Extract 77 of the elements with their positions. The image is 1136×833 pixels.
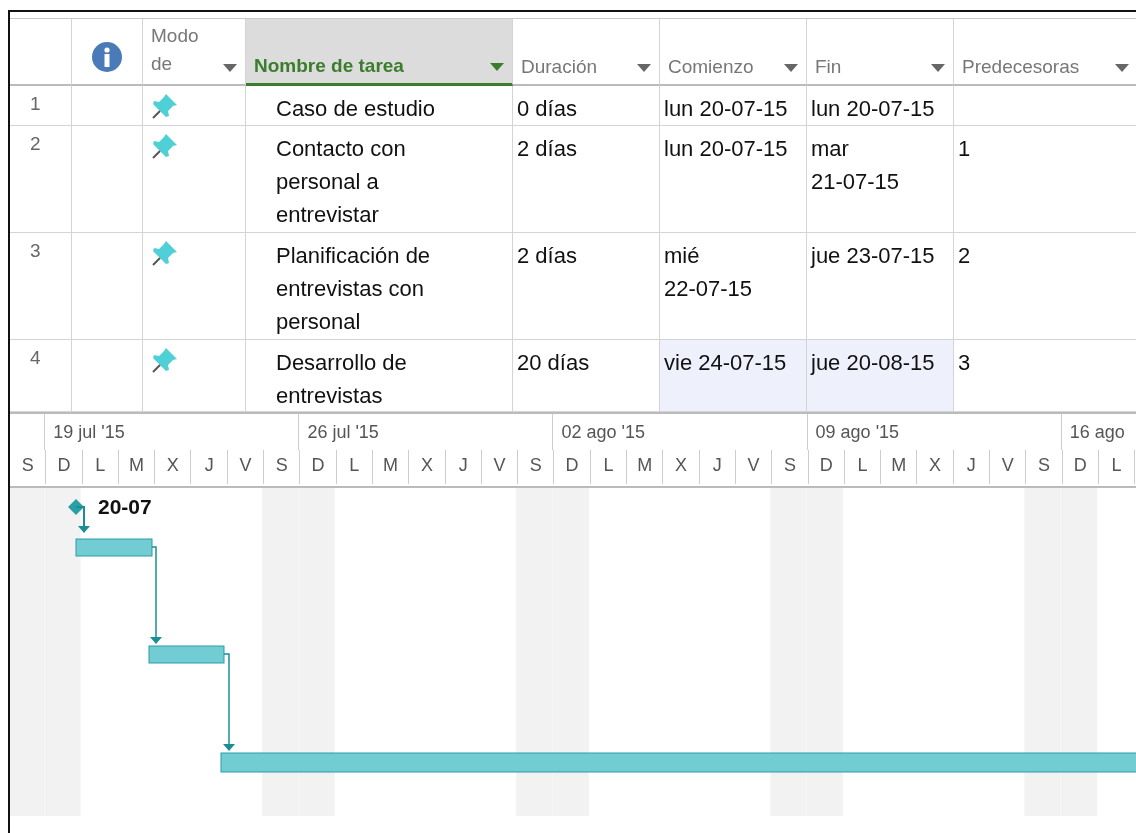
day-label: S — [264, 450, 301, 484]
table-cell-text: jue 20-08-15 — [811, 349, 936, 377]
day-label: M — [881, 450, 918, 484]
day-label: M — [627, 450, 664, 484]
column-header[interactable]: Comienzo — [668, 56, 754, 78]
table-cell-text: 1 — [958, 135, 972, 163]
day-label: J — [699, 450, 736, 484]
day-label: J — [953, 450, 990, 484]
pushpin-icon — [151, 346, 179, 374]
day-label: S — [772, 450, 809, 484]
day-label: L — [82, 450, 119, 484]
day-label: D — [554, 450, 591, 484]
week-label: 16 ago — [1060, 414, 1136, 450]
week-label: 02 ago '15 — [552, 414, 807, 450]
table-cell-text: 2 días — [517, 242, 578, 270]
day-label: D — [46, 450, 83, 484]
dependency-arrow — [75, 506, 90, 533]
table-cell-text: 3 — [958, 349, 972, 377]
day-label: V — [990, 450, 1027, 484]
table-cell-text: Caso de estudio — [275, 95, 436, 123]
milestone-marker — [68, 499, 84, 515]
pushpin-icon — [151, 239, 179, 267]
day-label: J — [445, 450, 482, 484]
day-label: M — [372, 450, 410, 484]
table-cell-text: 20 días — [517, 349, 591, 377]
milestone-label: 20-07 — [98, 495, 152, 518]
day-label: L — [844, 450, 882, 484]
row-number: 3 — [29, 239, 42, 263]
column-header[interactable]: Duración — [521, 56, 598, 78]
pushpin-icon — [151, 92, 179, 120]
dropdown-arrow-icon[interactable] — [1115, 64, 1129, 72]
day-label: D — [300, 450, 337, 484]
dropdown-arrow-icon[interactable] — [223, 64, 237, 72]
day-label: D — [1062, 450, 1099, 484]
dropdown-arrow-icon[interactable] — [637, 64, 651, 72]
pushpin-icon — [151, 132, 179, 160]
day-label: S — [1026, 450, 1063, 484]
week-label: 09 ago '15 — [806, 414, 1061, 450]
info-icon — [92, 42, 122, 72]
table-cell-text: lun 20-07-15 — [811, 95, 936, 123]
day-label: X — [917, 450, 954, 484]
table-cell-text: jue 23-07-15 — [811, 242, 936, 270]
day-label: S — [10, 450, 47, 484]
dropdown-arrow-icon[interactable] — [931, 64, 945, 72]
day-label: D — [808, 450, 845, 484]
day-label: X — [409, 450, 446, 484]
row-number: 4 — [29, 346, 42, 370]
table-cell-text: 2 — [958, 242, 972, 270]
table-cell-text: vie 24-07-15 — [664, 349, 788, 377]
day-label: X — [663, 450, 700, 484]
column-header[interactable]: Nombre de tarea — [254, 55, 404, 77]
day-label: X — [155, 450, 192, 484]
table-cell-text: Desarrollo de entrevistas — [275, 349, 408, 410]
row-number: 1 — [29, 92, 42, 116]
column-header[interactable]: Fin — [815, 56, 842, 78]
table-cell-text: mié 22-07-15 — [664, 242, 754, 303]
table-cell-text: lun 20-07-15 — [664, 135, 789, 163]
week-label: 26 jul '15 — [298, 414, 553, 450]
dropdown-arrow-icon[interactable] — [784, 64, 798, 72]
table-cell-text: 0 días — [517, 95, 578, 123]
day-label: V — [735, 450, 773, 484]
table-cell-text: mar 21-07-15 — [811, 135, 901, 196]
week-label: 19 jul '15 — [44, 414, 299, 450]
table-cell-text: Planificación de entrevistas con personal — [275, 242, 432, 336]
table-cell-text: Contacto con personal a entrevistar — [275, 135, 407, 229]
day-label: S — [518, 450, 555, 484]
day-label: V — [227, 450, 265, 484]
row-number: 2 — [29, 132, 42, 156]
day-label: L — [1098, 450, 1136, 484]
day-label: L — [336, 450, 373, 484]
day-label: J — [191, 450, 228, 484]
table-cell-text: 2 días — [517, 135, 578, 163]
dropdown-arrow-icon[interactable] — [490, 63, 504, 71]
table-cell-text: lun 20-07-15 — [664, 95, 789, 123]
day-label: L — [590, 450, 628, 484]
day-label: M — [118, 450, 156, 484]
day-label: V — [481, 450, 519, 484]
